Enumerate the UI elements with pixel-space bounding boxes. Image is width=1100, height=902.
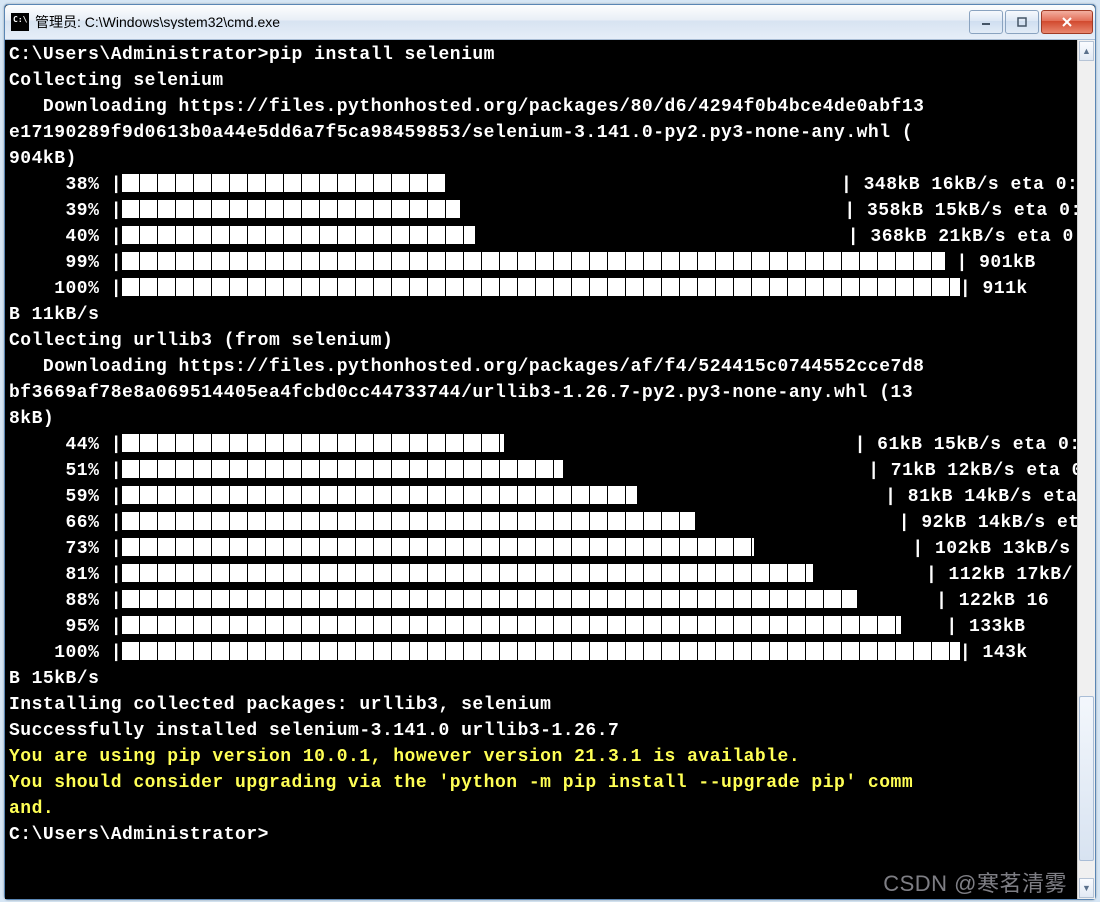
scroll-track[interactable] [1078,62,1095,877]
title-bar[interactable]: 管理员: C:\Windows\system32\cmd.exe [5,5,1095,40]
minimize-button[interactable] [969,10,1003,34]
maximize-button[interactable] [1005,10,1039,34]
close-button[interactable] [1041,10,1093,34]
cmd-icon [11,13,29,31]
window-buttons [969,10,1095,34]
scroll-up-button[interactable]: ▲ [1079,41,1094,61]
window-title: 管理员: C:\Windows\system32\cmd.exe [35,15,969,29]
cmd-window: 管理员: C:\Windows\system32\cmd.exe C:\User… [4,4,1096,900]
scroll-thumb[interactable] [1079,696,1094,861]
scrollbar[interactable]: ▲ ▼ [1077,40,1095,899]
terminal-output[interactable]: C:\Users\Administrator>pip install selen… [5,40,1077,899]
scroll-down-button[interactable]: ▼ [1079,878,1094,898]
